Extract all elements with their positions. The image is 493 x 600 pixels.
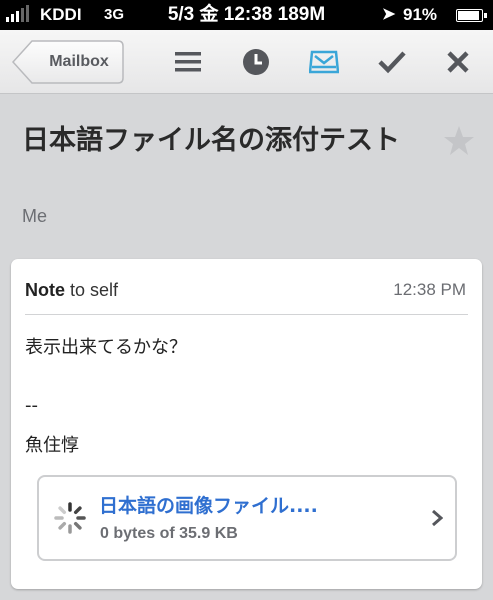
star-icon[interactable] [442,124,476,158]
message-subject: 日本語ファイル名の添付テスト [22,125,400,156]
attachment-filename: 日本語の画像ファイル.... [99,495,318,517]
close-icon[interactable] [440,44,476,80]
message-card: Note to self 12:38 PM 表示出来てるかな？ -- 魚住惇 日… [11,259,482,589]
message-time: 12:38 PM [393,280,466,299]
signature-name: 魚住惇 [25,435,79,456]
check-icon[interactable] [374,44,410,80]
battery-percent: 91% [403,5,438,24]
attachment-progress: 0 bytes of 35.9 KB [100,525,238,542]
status-bar: KDDI 3G 5/3 金 12:38 189M ➤ 91% [0,0,493,30]
location-arrow-icon: ➤ [382,6,396,23]
toolbar: Mailbox [0,30,493,94]
list-icon[interactable] [170,44,206,80]
body-line: 表示出来てるかな？ [25,337,187,358]
from-rest: to self [65,280,119,300]
divider [25,314,468,315]
message-from-line: Note to self [25,280,118,301]
back-button-label: Mailbox [49,53,109,70]
inbox-tray-icon[interactable] [306,44,342,80]
message-sender: Me [22,206,48,226]
signature-separator: -- [25,395,38,416]
mailbox-back-button[interactable]: Mailbox [12,40,124,84]
attachment-item[interactable]: 日本語の画像ファイル.... 0 bytes of 35.9 KB [37,475,457,561]
battery-icon [456,9,487,22]
loading-spinner-icon [53,501,87,539]
from-name: Note [25,280,65,300]
clock-icon[interactable] [238,44,274,80]
chevron-right-icon [431,509,444,531]
